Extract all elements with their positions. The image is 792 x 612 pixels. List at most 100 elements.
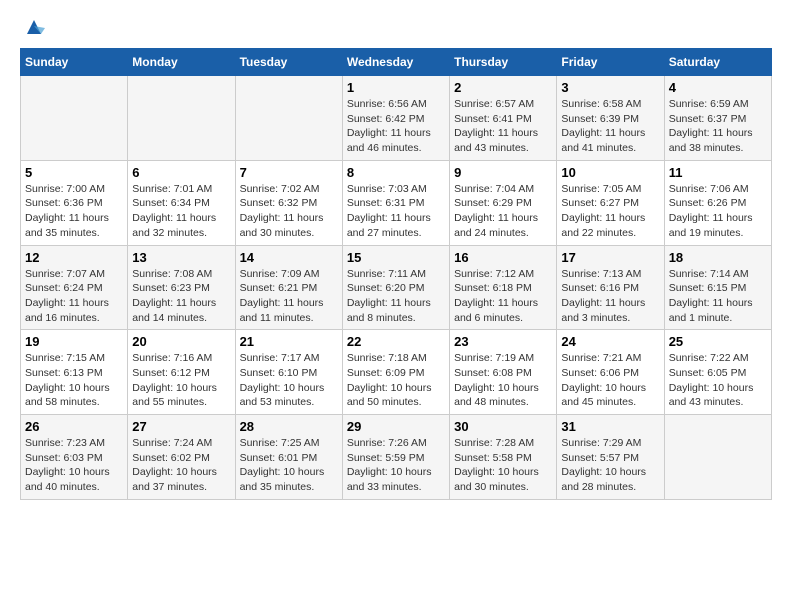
calendar-cell: 3Sunrise: 6:58 AM Sunset: 6:39 PM Daylig… <box>557 76 664 161</box>
calendar-cell: 13 Sunrise: 7:08 AM Sunset: 6:23 PM Dayli… <box>128 245 235 330</box>
day-number: 8 <box>347 165 445 180</box>
logo-icon <box>23 16 45 38</box>
day-number: 21 <box>240 334 338 349</box>
day-info: Sunrise: 7:12 AM Sunset: 6:18 PM Dayligh… <box>454 267 552 326</box>
calendar-cell: 12 Sunrise: 7:07 AM Sunset: 6:24 PM Dayli… <box>21 245 128 330</box>
day-number: 13 <box>132 250 230 265</box>
day-number: 10 <box>561 165 659 180</box>
day-number: 4 <box>669 80 767 95</box>
day-number: 16 <box>454 250 552 265</box>
day-info: Sunrise: 7:28 AM Sunset: 5:58 PM Dayligh… <box>454 436 552 495</box>
day-info: Sunrise: 7:00 AM Sunset: 6:36 PM Dayligh… <box>25 182 123 241</box>
calendar-cell: 25 Sunrise: 7:22 AM Sunset: 6:05 PM Dayli… <box>664 330 771 415</box>
calendar-cell <box>664 415 771 500</box>
day-info: Sunrise: 7:03 AM Sunset: 6:31 PM Dayligh… <box>347 182 445 241</box>
day-info: Sunrise: 7:23 AM Sunset: 6:03 PM Dayligh… <box>25 436 123 495</box>
calendar-cell: 21 Sunrise: 7:17 AM Sunset: 6:10 PM Dayli… <box>235 330 342 415</box>
calendar-cell: 22 Sunrise: 7:18 AM Sunset: 6:09 PM Dayli… <box>342 330 449 415</box>
day-number: 30 <box>454 419 552 434</box>
day-info: Sunrise: 7:21 AM Sunset: 6:06 PM Dayligh… <box>561 351 659 410</box>
day-number: 14 <box>240 250 338 265</box>
calendar-cell: 10 Sunrise: 7:05 AM Sunset: 6:27 PM Dayli… <box>557 160 664 245</box>
day-number: 2 <box>454 80 552 95</box>
day-info: Sunrise: 7:01 AM Sunset: 6:34 PM Dayligh… <box>132 182 230 241</box>
day-number: 18 <box>669 250 767 265</box>
calendar-cell: 17 Sunrise: 7:13 AM Sunset: 6:16 PM Dayli… <box>557 245 664 330</box>
day-info: Sunrise: 7:19 AM Sunset: 6:08 PM Dayligh… <box>454 351 552 410</box>
weekday-header-thursday: Thursday <box>450 49 557 76</box>
calendar-cell: 2 Sunrise: 6:57 AM Sunset: 6:41 PM Daylig… <box>450 76 557 161</box>
day-info: Sunrise: 7:26 AM Sunset: 5:59 PM Dayligh… <box>347 436 445 495</box>
day-info: Sunrise: 7:18 AM Sunset: 6:09 PM Dayligh… <box>347 351 445 410</box>
day-info: Sunrise: 7:04 AM Sunset: 6:29 PM Dayligh… <box>454 182 552 241</box>
calendar-cell: 23 Sunrise: 7:19 AM Sunset: 6:08 PM Dayli… <box>450 330 557 415</box>
day-info: Sunrise: 7:15 AM Sunset: 6:13 PM Dayligh… <box>25 351 123 410</box>
day-number: 6 <box>132 165 230 180</box>
calendar-cell: 9 Sunrise: 7:04 AM Sunset: 6:29 PM Daylig… <box>450 160 557 245</box>
calendar-cell: 26Sunrise: 7:23 AM Sunset: 6:03 PM Dayli… <box>21 415 128 500</box>
calendar-cell: 1 Sunrise: 6:56 AM Sunset: 6:42 PM Daylig… <box>342 76 449 161</box>
page-header <box>20 20 772 38</box>
weekday-header-tuesday: Tuesday <box>235 49 342 76</box>
day-info: Sunrise: 7:29 AM Sunset: 5:57 PM Dayligh… <box>561 436 659 495</box>
day-info: Sunrise: 7:14 AM Sunset: 6:15 PM Dayligh… <box>669 267 767 326</box>
day-number: 23 <box>454 334 552 349</box>
day-number: 9 <box>454 165 552 180</box>
day-info: Sunrise: 6:59 AM Sunset: 6:37 PM Dayligh… <box>669 97 767 156</box>
calendar-cell: 14 Sunrise: 7:09 AM Sunset: 6:21 PM Dayli… <box>235 245 342 330</box>
day-number: 19 <box>25 334 123 349</box>
day-number: 12 <box>25 250 123 265</box>
calendar-cell: 20Sunrise: 7:16 AM Sunset: 6:12 PM Dayli… <box>128 330 235 415</box>
calendar-cell <box>21 76 128 161</box>
day-number: 31 <box>561 419 659 434</box>
day-info: Sunrise: 7:05 AM Sunset: 6:27 PM Dayligh… <box>561 182 659 241</box>
day-info: Sunrise: 7:09 AM Sunset: 6:21 PM Dayligh… <box>240 267 338 326</box>
day-info: Sunrise: 7:06 AM Sunset: 6:26 PM Dayligh… <box>669 182 767 241</box>
calendar-cell: 6 Sunrise: 7:01 AM Sunset: 6:34 PM Daylig… <box>128 160 235 245</box>
day-number: 22 <box>347 334 445 349</box>
weekday-header-friday: Friday <box>557 49 664 76</box>
calendar-cell: 19 Sunrise: 7:15 AM Sunset: 6:13 PM Dayli… <box>21 330 128 415</box>
weekday-header-sunday: Sunday <box>21 49 128 76</box>
day-number: 29 <box>347 419 445 434</box>
day-info: Sunrise: 7:17 AM Sunset: 6:10 PM Dayligh… <box>240 351 338 410</box>
calendar-cell: 24 Sunrise: 7:21 AM Sunset: 6:06 PM Dayli… <box>557 330 664 415</box>
calendar-cell: 16 Sunrise: 7:12 AM Sunset: 6:18 PM Dayli… <box>450 245 557 330</box>
day-info: Sunrise: 7:13 AM Sunset: 6:16 PM Dayligh… <box>561 267 659 326</box>
day-number: 15 <box>347 250 445 265</box>
calendar-cell: 8 Sunrise: 7:03 AM Sunset: 6:31 PM Daylig… <box>342 160 449 245</box>
day-number: 24 <box>561 334 659 349</box>
calendar-cell <box>128 76 235 161</box>
day-info: Sunrise: 7:02 AM Sunset: 6:32 PM Dayligh… <box>240 182 338 241</box>
calendar-table: SundayMondayTuesdayWednesdayThursdayFrid… <box>20 48 772 500</box>
day-info: Sunrise: 7:25 AM Sunset: 6:01 PM Dayligh… <box>240 436 338 495</box>
weekday-header-wednesday: Wednesday <box>342 49 449 76</box>
calendar-cell: 18 Sunrise: 7:14 AM Sunset: 6:15 PM Dayli… <box>664 245 771 330</box>
day-info: Sunrise: 7:24 AM Sunset: 6:02 PM Dayligh… <box>132 436 230 495</box>
calendar-cell: 7 Sunrise: 7:02 AM Sunset: 6:32 PM Daylig… <box>235 160 342 245</box>
day-number: 7 <box>240 165 338 180</box>
calendar-cell: 11 Sunrise: 7:06 AM Sunset: 6:26 PM Dayli… <box>664 160 771 245</box>
day-info: Sunrise: 6:57 AM Sunset: 6:41 PM Dayligh… <box>454 97 552 156</box>
calendar-cell: 31 Sunrise: 7:29 AM Sunset: 5:57 PM Dayli… <box>557 415 664 500</box>
day-number: 27 <box>132 419 230 434</box>
day-info: Sunrise: 7:11 AM Sunset: 6:20 PM Dayligh… <box>347 267 445 326</box>
day-info: Sunrise: 7:08 AM Sunset: 6:23 PM Dayligh… <box>132 267 230 326</box>
calendar-cell: 29 Sunrise: 7:26 AM Sunset: 5:59 PM Dayli… <box>342 415 449 500</box>
day-number: 25 <box>669 334 767 349</box>
day-number: 5 <box>25 165 123 180</box>
day-number: 11 <box>669 165 767 180</box>
calendar-cell: 27 Sunrise: 7:24 AM Sunset: 6:02 PM Dayli… <box>128 415 235 500</box>
calendar-cell: 15 Sunrise: 7:11 AM Sunset: 6:20 PM Dayli… <box>342 245 449 330</box>
day-info: Sunrise: 6:56 AM Sunset: 6:42 PM Dayligh… <box>347 97 445 156</box>
day-info: Sunrise: 7:07 AM Sunset: 6:24 PM Dayligh… <box>25 267 123 326</box>
day-info: Sunrise: 7:22 AM Sunset: 6:05 PM Dayligh… <box>669 351 767 410</box>
day-number: 1 <box>347 80 445 95</box>
day-number: 17 <box>561 250 659 265</box>
calendar-cell: 4 Sunrise: 6:59 AM Sunset: 6:37 PM Daylig… <box>664 76 771 161</box>
day-info: Sunrise: 7:16 AM Sunset: 6:12 PM Dayligh… <box>132 351 230 410</box>
weekday-header-saturday: Saturday <box>664 49 771 76</box>
calendar-cell: 30 Sunrise: 7:28 AM Sunset: 5:58 PM Dayli… <box>450 415 557 500</box>
calendar-cell: 5 Sunrise: 7:00 AM Sunset: 6:36 PM Daylig… <box>21 160 128 245</box>
logo <box>20 20 45 38</box>
